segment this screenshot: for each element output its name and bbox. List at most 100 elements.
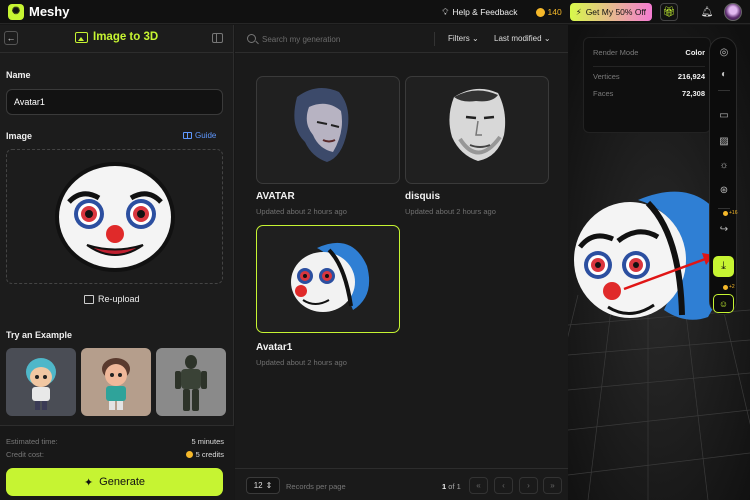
vertices-label: Vertices [593,72,620,81]
uploaded-clown-image [55,162,175,272]
credit-cost: 5 credits [185,450,224,459]
credits-value: 140 [547,7,562,17]
image-upload-icon [84,294,94,304]
top-bar: ✺ Meshy 💡︎ Help & Feedback 140 ⚡︎ Get My… [0,0,750,24]
generation-card-disquis[interactable] [405,76,549,184]
feedback-credit-badge: +2 [723,284,735,290]
render-mode-label: Render Mode [593,48,639,57]
image-upload-area[interactable] [6,149,223,284]
card-title: AVATAR [256,191,295,202]
sort-label: Last modified [494,34,542,43]
feedback-icon: ☺ [718,298,729,309]
coin-icon [185,451,193,458]
wireframe-icon[interactable]: ▨ [717,134,731,148]
panel-title: Image to 3D [75,31,158,43]
share-icon[interactable]: ↪ [717,222,731,236]
page-size-value: 12 [253,481,263,490]
example-armored-figure-thumbnail [175,355,207,411]
chevron-down-icon: ⌄ [543,34,551,43]
sun-icon[interactable]: ☼ [717,158,731,172]
chevron-down-icon: ⌄ [472,34,479,43]
sparkle-icon: ✦ [83,476,94,489]
estimated-time-label: Estimated time: [6,437,58,446]
divider [718,208,730,209]
filters-dropdown[interactable]: Filters ⌄ [448,34,479,43]
generation-card-avatar[interactable] [256,76,400,184]
meshy-logo-icon: ✺ [8,3,24,20]
reupload-button[interactable]: Re-upload [84,294,140,304]
shaded-sphere-icon[interactable]: ◐ [717,67,731,81]
model-thumbnail-avatar [294,88,349,162]
back-button[interactable]: ← [4,31,18,45]
example-armored-figure[interactable] [156,348,226,416]
sort-dropdown[interactable]: Last modified ⌄ [494,34,551,43]
arrow-left-icon: ← [6,33,16,43]
prev-page-button[interactable]: ‹ [494,477,513,494]
divider [718,90,730,91]
promo-label: Get My 50% Off [585,7,646,17]
left-panel: ← Image to 3D Name Image Guide [0,25,234,500]
current-page: 1 [442,482,447,491]
chevron-left-icon: ‹ [502,481,505,490]
name-input[interactable] [6,89,223,115]
coin-icon [535,7,545,17]
page-total: of 1 [448,482,461,491]
lightbulb-icon: 💡︎ [442,6,449,17]
gallery-toolbar: Filters ⌄ Last modified ⌄ [235,25,568,53]
card-updated: Updated about 2 hours ago [256,207,347,216]
divider [593,66,705,67]
page-size-select[interactable]: 12 ⇕ [246,477,280,494]
reupload-label: Re-upload [98,294,140,304]
credit-cost-row: Credit cost: 5 credits [6,450,224,459]
estimated-time-row: Estimated time: 5 minutes [6,437,224,446]
card-updated: Updated about 2 hours ago [405,207,496,216]
promo-button[interactable]: ⚡︎ Get My 50% Off [569,3,652,21]
credit-cost-label: Credit cost: [6,450,44,459]
credits-counter[interactable]: 140 [535,7,562,17]
double-chevron-left-icon: « [476,481,481,490]
first-page-button[interactable]: « [469,477,488,494]
logo[interactable]: ✺ Meshy [8,3,70,20]
search-input[interactable] [262,32,422,46]
double-chevron-right-icon: » [550,481,555,490]
user-avatar[interactable] [724,3,742,21]
ball-icon[interactable]: ⊛ [717,183,731,197]
card-title: Avatar1 [256,342,293,353]
feedback-button[interactable]: ☺ [713,294,734,313]
generate-label: Generate [99,476,146,488]
render-mode-row[interactable]: Render Mode Color [593,48,705,57]
example-cartoon-kid[interactable] [81,348,151,416]
bolt-icon: ⚡︎ [575,6,582,17]
share-credit-badge: +16 [723,210,737,216]
example-cartoon-kid-thumbnail [102,358,130,410]
book-icon [183,132,192,139]
next-page-button[interactable]: › [519,477,538,494]
estimated-time-value: 5 minutes [191,437,224,446]
filters-label: Filters [448,34,470,43]
guide-link[interactable]: Guide [183,131,216,140]
generation-card-avatar1[interactable] [256,225,400,333]
faces-row: Faces 72,308 [593,89,705,98]
app-name: Meshy [29,4,70,19]
feedback-credit-value: +2 [729,284,735,290]
coin-icon [723,284,728,290]
3d-viewer[interactable]: Render Mode Color Vertices 216,924 Faces… [568,25,750,500]
model-thumbnail-disquis [449,88,506,161]
viewer-toolbar: ◎ ◐ ▭ ▨ ☼ ⊛ +16 ↪ ⤓ +2 ☺ [709,37,737,315]
card-updated: Updated about 2 hours ago [256,358,347,367]
gift-button[interactable]: 🎁︎ [660,3,678,21]
download-button[interactable]: ⤓ [713,256,734,277]
bell-icon: 🔔︎ [700,6,714,18]
monitor-icon[interactable]: ▭ [717,108,731,122]
help-feedback-button[interactable]: 💡︎ Help & Feedback [442,7,517,18]
example-list [6,348,226,416]
example-cartoon-boy[interactable] [6,348,76,416]
collapse-panel-icon[interactable] [212,33,223,43]
last-page-button[interactable]: » [543,477,562,494]
lighting-sphere-icon[interactable]: ◎ [717,45,731,59]
render-mode-value[interactable]: Color [685,48,705,57]
generate-button[interactable]: ✦ Generate [6,468,223,496]
card-title: disquis [405,191,441,202]
notifications-button[interactable]: 🔔︎ [698,3,716,21]
model-thumbnail-avatar1 [291,242,370,312]
